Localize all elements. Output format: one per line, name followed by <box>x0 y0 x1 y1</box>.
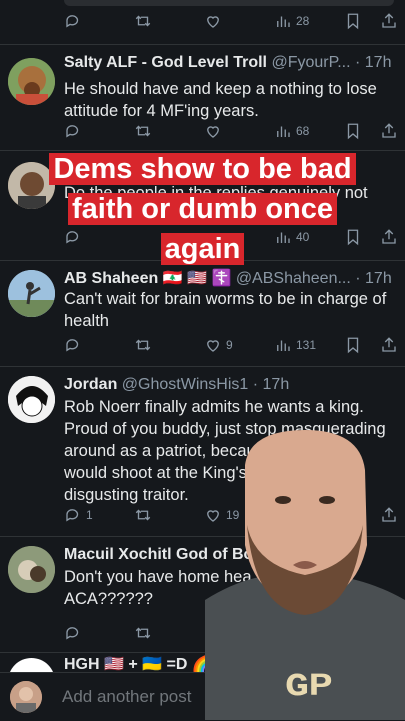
like-stat[interactable]: 9 <box>204 336 233 354</box>
display-name[interactable]: HGH 🇺🇸 + 🇺🇦 =D 🌈 <box>64 656 212 673</box>
tweet-text: He should have and keep a nothing to los… <box>64 80 377 120</box>
reply-tweet[interactable]: AB Shaheen 🇱🇧 🇺🇸 ☦️ @ABShaheen... · 17h … <box>0 260 405 367</box>
avatar[interactable] <box>8 270 55 317</box>
previous-tweet-actions: 28 <box>0 0 405 45</box>
share-icon[interactable] <box>380 12 398 30</box>
handle[interactable]: @ABShaheen... <box>236 270 351 287</box>
repost-icon[interactable] <box>134 12 152 30</box>
presenter-video: ɢᴘ <box>205 425 405 720</box>
display-name[interactable]: Salty ALF - God Level Troll <box>64 54 267 71</box>
like-icon[interactable] <box>204 122 222 140</box>
avatar[interactable] <box>8 58 55 105</box>
tweet-header: Jordan @GhostWinsHis1 · 17h <box>64 376 397 394</box>
caption-line: faith or dumb once <box>68 193 337 225</box>
tweet-header: Salty ALF - God Level Troll @FyourP... ·… <box>64 54 397 72</box>
reply-tweet[interactable]: Salty ALF - God Level Troll @FyourP... ·… <box>0 44 405 151</box>
views-stat[interactable]: 28 <box>274 12 309 30</box>
caption-line: Dems show to be bad <box>49 153 356 185</box>
timestamp[interactable]: · 17h <box>253 376 289 393</box>
display-name[interactable]: AB Shaheen <box>64 270 158 287</box>
reply-icon <box>66 509 79 522</box>
reply-icon[interactable] <box>64 122 82 140</box>
repost-icon[interactable] <box>134 506 152 524</box>
reply-icon[interactable] <box>64 624 82 642</box>
shirt-logo: ɢᴘ <box>285 660 333 704</box>
views-count: 131 <box>296 338 317 352</box>
tweet-header: AB Shaheen 🇱🇧 🇺🇸 ☦️ @ABShaheen... · 17h <box>64 268 397 288</box>
repost-icon[interactable] <box>134 624 152 642</box>
views-stat[interactable]: 68 <box>274 122 309 140</box>
current-user-avatar[interactable] <box>10 681 42 713</box>
repost-icon[interactable] <box>134 122 152 140</box>
views-count: 68 <box>296 124 310 138</box>
reply-stat[interactable]: 1 <box>64 506 93 524</box>
bookmark-icon[interactable] <box>344 12 362 30</box>
share-icon[interactable] <box>380 122 398 140</box>
video-caption: Dems show to be bad faith or dumb once a… <box>0 150 405 268</box>
timestamp[interactable]: · 17h <box>355 54 391 71</box>
caption-line: again <box>160 233 245 265</box>
like-icon <box>207 340 219 352</box>
timestamp[interactable]: · 17h <box>355 270 391 287</box>
tweet-text-line: Rob Noerr finally admits he wants a king… <box>64 398 364 416</box>
avatar[interactable] <box>8 546 55 593</box>
display-name[interactable]: Jordan <box>64 376 117 393</box>
handle[interactable]: @FyourP... <box>271 54 350 71</box>
compose-input[interactable]: Add another post <box>62 687 191 707</box>
handle[interactable]: @GhostWinsHis1 <box>122 376 249 393</box>
share-icon[interactable] <box>380 336 398 354</box>
bookmark-icon[interactable] <box>344 336 362 354</box>
reply-icon[interactable] <box>64 336 82 354</box>
like-icon[interactable] <box>204 12 222 30</box>
reply-count: 1 <box>86 508 93 522</box>
views-stat[interactable]: 131 <box>274 336 316 354</box>
bookmark-icon[interactable] <box>344 122 362 140</box>
tweet-text: Can't wait for brain worms to be in char… <box>64 290 387 330</box>
views-count: 28 <box>296 14 310 28</box>
repost-icon[interactable] <box>134 336 152 354</box>
avatar[interactable] <box>8 376 55 423</box>
reply-icon[interactable] <box>64 12 82 30</box>
flag-emojis: 🇱🇧 🇺🇸 ☦️ <box>162 270 232 287</box>
media-preview-edge <box>64 0 394 6</box>
like-count: 9 <box>226 338 233 352</box>
